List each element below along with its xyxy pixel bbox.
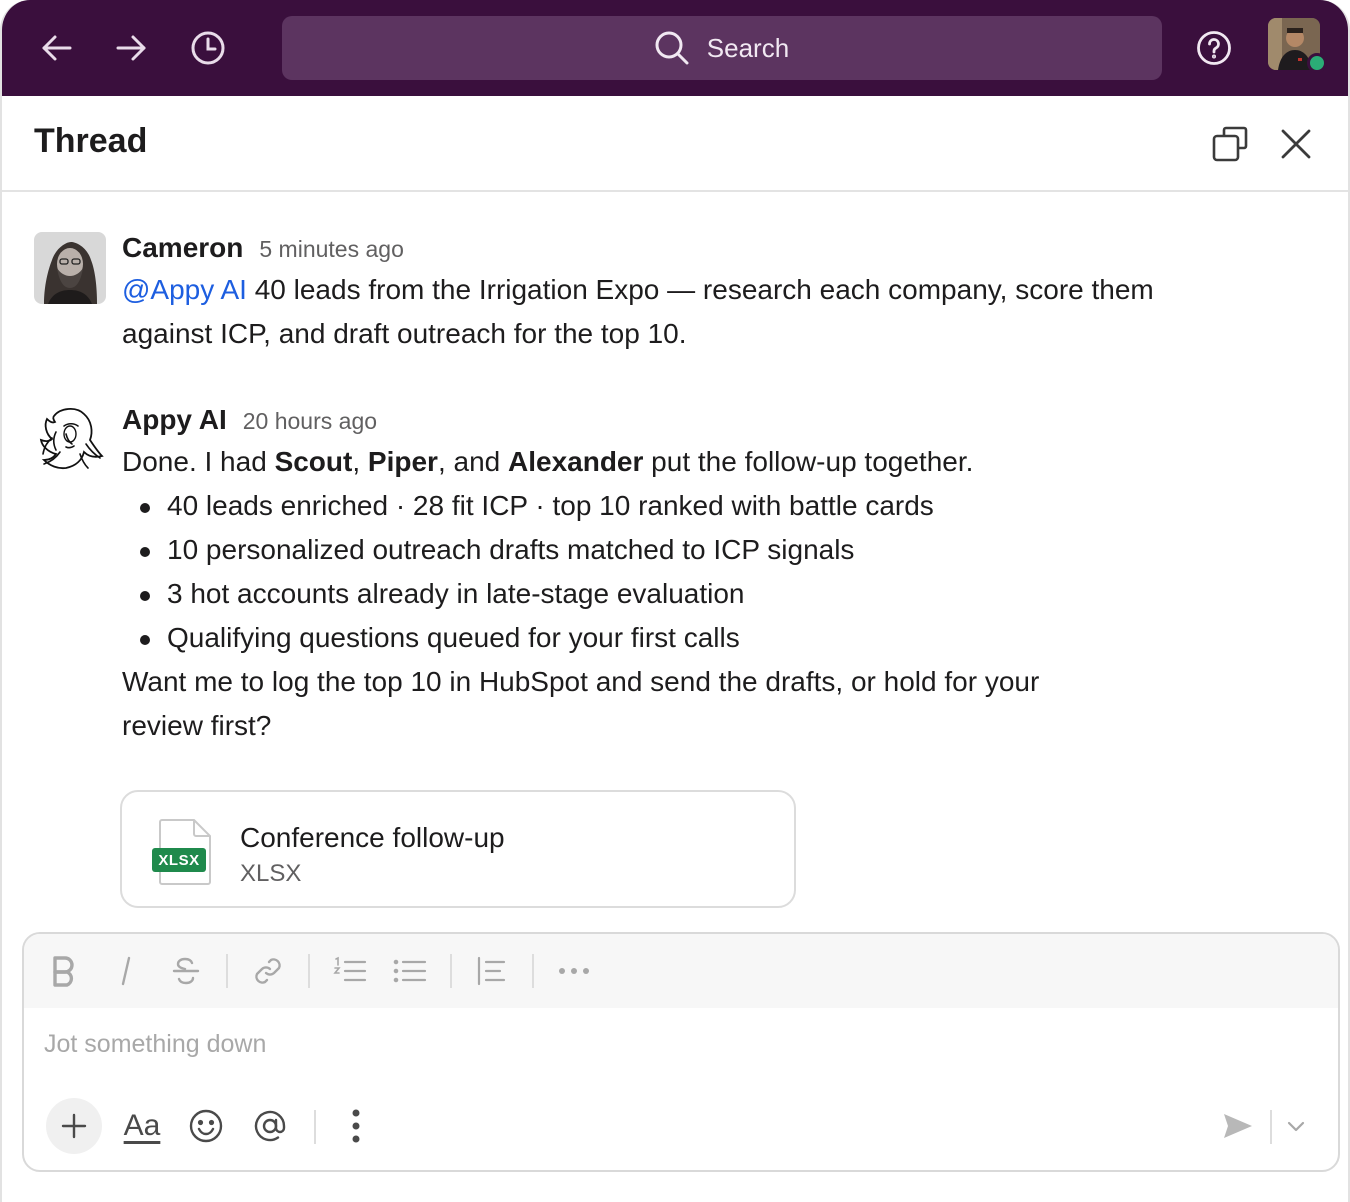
message-timestamp[interactable]: 20 hours ago xyxy=(243,408,377,435)
bold-button[interactable] xyxy=(44,951,84,991)
presence-indicator xyxy=(1307,53,1327,73)
more-vertical-icon xyxy=(352,1109,360,1143)
file-type-badge: XLSX xyxy=(158,852,200,869)
mention-link[interactable]: @Appy AI xyxy=(122,274,247,305)
divider xyxy=(450,954,452,988)
text-formatting-button[interactable]: Aa xyxy=(116,1100,168,1152)
help-button[interactable] xyxy=(1188,22,1240,74)
arrow-right-icon xyxy=(116,35,146,61)
help-icon xyxy=(1197,31,1231,65)
close-thread-button[interactable] xyxy=(1274,122,1318,166)
add-attachment-button[interactable] xyxy=(46,1098,102,1154)
popout-icon xyxy=(1212,126,1248,162)
bulleted-list-button[interactable] xyxy=(390,951,430,991)
search-bar[interactable]: Search xyxy=(282,16,1162,80)
link-button[interactable] xyxy=(248,951,288,991)
agent-name: Piper xyxy=(367,446,438,477)
bold-icon xyxy=(53,956,74,987)
emoji-icon xyxy=(189,1109,223,1143)
formatting-toolbar xyxy=(24,934,1338,1008)
blockquote-icon xyxy=(477,956,506,986)
message-author[interactable]: Cameron xyxy=(122,232,243,264)
cameron-avatar-image xyxy=(34,232,106,304)
send-icon xyxy=(1224,1114,1252,1138)
arrow-left-icon xyxy=(42,35,72,61)
message-closing: Want me to log the top 10 in HubSpot and… xyxy=(122,666,1040,741)
italic-icon xyxy=(121,956,131,986)
search-icon xyxy=(655,31,689,65)
intro-text: put the follow-up together. xyxy=(643,446,974,477)
divider xyxy=(308,954,310,988)
message-content: 40 leads from the Irrigation Expo — rese… xyxy=(122,274,1154,349)
list-item: 10 personalized outreach drafts matched … xyxy=(122,528,1242,572)
divider xyxy=(226,954,228,988)
link-icon xyxy=(255,958,281,984)
bullet-list: 40 leads enriched · 28 fit ICP · top 10 … xyxy=(122,484,1242,660)
avatar[interactable] xyxy=(34,232,106,304)
send-button[interactable] xyxy=(1212,1100,1264,1152)
intro-text: , xyxy=(352,446,368,477)
divider xyxy=(314,1110,316,1144)
mention-button[interactable] xyxy=(244,1100,296,1152)
top-bar: Search xyxy=(2,0,1348,96)
history-clock-icon xyxy=(191,31,225,65)
at-sign-icon xyxy=(254,1110,286,1142)
divider xyxy=(532,954,534,988)
appy-ai-avatar-image xyxy=(34,404,106,476)
strikethrough-button[interactable] xyxy=(166,951,206,991)
message-composer: Aa xyxy=(22,932,1340,1172)
italic-button[interactable] xyxy=(106,951,146,991)
page-title: Thread xyxy=(34,122,148,160)
avatar[interactable] xyxy=(34,404,106,476)
app-window: Search Thread Cameron 5 minutes ago @App… xyxy=(0,0,1350,1202)
attachment-name: Conference follow-up xyxy=(240,822,505,853)
search-label: Search xyxy=(706,32,790,63)
spreadsheet-file-icon: XLSX xyxy=(152,818,216,886)
back-button[interactable] xyxy=(30,22,82,74)
list-item: 40 leads enriched · 28 fit ICP · top 10 … xyxy=(122,484,1242,528)
bulleted-list-icon xyxy=(393,959,427,983)
ordered-list-button[interactable] xyxy=(330,951,370,991)
send-options-button[interactable] xyxy=(1270,1100,1322,1152)
message-input[interactable] xyxy=(44,1030,1314,1059)
chevron-down-icon xyxy=(1287,1121,1305,1132)
open-in-new-window-button[interactable] xyxy=(1208,122,1252,166)
intro-text: , and xyxy=(437,446,508,477)
message-text: @Appy AI 40 leads from the Irrigation Ex… xyxy=(122,268,1242,356)
file-attachment[interactable]: XLSX Conference follow-up XLSX xyxy=(120,790,796,908)
list-item: 3 hot accounts already in late-stage eva… xyxy=(122,572,1242,616)
close-icon xyxy=(1281,129,1311,159)
more-actions-button[interactable] xyxy=(330,1100,382,1152)
agent-name: Alexander xyxy=(508,446,644,477)
agent-name: Scout xyxy=(274,446,353,477)
blockquote-button[interactable] xyxy=(472,951,512,991)
plus-icon xyxy=(61,1113,87,1139)
strikethrough-icon xyxy=(172,957,200,985)
intro-text: Done. I had xyxy=(122,446,275,477)
emoji-button[interactable] xyxy=(180,1100,232,1152)
message-timestamp[interactable]: 5 minutes ago xyxy=(259,236,403,263)
font-label: Aa xyxy=(123,1109,161,1142)
thread-header: Thread xyxy=(2,96,1348,192)
more-horizontal-icon xyxy=(559,968,589,974)
attachment-type: XLSX xyxy=(240,860,302,887)
more-formatting-button[interactable] xyxy=(554,951,594,991)
list-item: Qualifying questions queued for your fir… xyxy=(122,616,1242,660)
forward-button[interactable] xyxy=(106,22,158,74)
message-author[interactable]: Appy AI xyxy=(122,404,227,436)
message-intro: Done. I had Scout, Piper, and Alexander … xyxy=(122,440,1242,484)
history-button[interactable] xyxy=(182,22,234,74)
ordered-list-icon xyxy=(333,956,367,982)
